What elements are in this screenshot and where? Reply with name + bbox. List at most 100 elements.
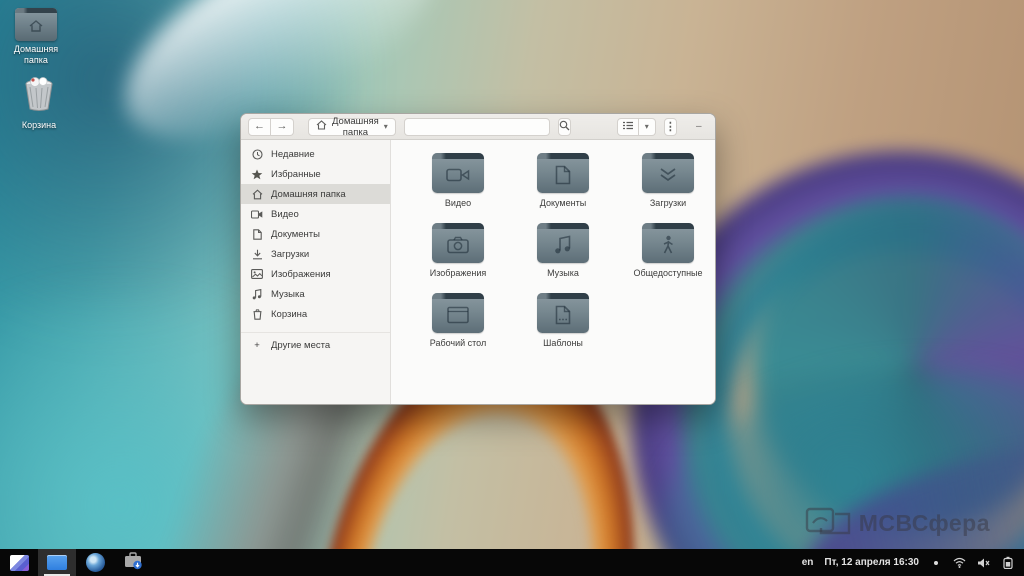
template-emblem-icon xyxy=(555,305,571,325)
home-icon xyxy=(251,188,263,200)
clock[interactable]: Пт, 12 апреля 16:30 xyxy=(824,557,919,568)
notification-dot-icon[interactable] xyxy=(934,561,938,565)
sidebar-item-documents[interactable]: Документы xyxy=(241,224,390,244)
branding-watermark: МСВСфера xyxy=(805,506,990,541)
desktop-icon-trash[interactable]: Корзина xyxy=(6,76,72,131)
folder-label: Изображения xyxy=(430,268,487,278)
sidebar-item-trash[interactable]: Корзина xyxy=(241,304,390,324)
file-manager-icon xyxy=(47,555,67,570)
music-note-icon xyxy=(251,288,263,300)
forward-icon: → xyxy=(277,121,288,132)
home-emblem-icon xyxy=(28,19,44,33)
sidebar-item-music[interactable]: Музыка xyxy=(241,284,390,304)
start-menu-button[interactable] xyxy=(0,549,38,576)
folder-icon xyxy=(432,223,484,263)
sidebar: Недавние Избранные Домашняя папка xyxy=(241,140,391,404)
home-folder-icon xyxy=(15,8,57,41)
kebab-menu-icon: ⋮ xyxy=(665,120,676,133)
download-emblem-icon xyxy=(659,167,677,183)
back-icon: ← xyxy=(254,121,265,132)
taskbar-apps xyxy=(0,549,152,576)
sidebar-item-videos[interactable]: Видео xyxy=(241,204,390,224)
wallpaper-inner-swirl xyxy=(750,200,1024,530)
download-icon xyxy=(251,248,263,260)
file-manager-window: ← → Домашняя папка ▾ xyxy=(240,113,716,405)
folder-label: Шаблоны xyxy=(543,338,583,348)
sidebar-item-label: Музыка xyxy=(271,289,305,300)
folder-item-documents[interactable]: Документы xyxy=(512,153,614,223)
sidebar-item-label: Документы xyxy=(271,229,320,240)
wifi-icon[interactable] xyxy=(953,556,966,569)
folder-icon xyxy=(642,153,694,193)
battery-icon[interactable] xyxy=(1001,556,1014,569)
list-view-button[interactable] xyxy=(617,118,639,136)
desktop-icon-home-folder[interactable]: Домашняя папка xyxy=(3,8,69,66)
video-icon xyxy=(251,208,263,220)
chevron-down-icon: ▾ xyxy=(645,122,649,131)
sidebar-item-pictures[interactable]: Изображения xyxy=(241,264,390,284)
sidebar-item-starred[interactable]: Избранные xyxy=(241,164,390,184)
folder-item-public[interactable]: Общедоступные xyxy=(617,223,716,293)
minimize-button[interactable]: – xyxy=(691,119,707,135)
window-body: Недавние Избранные Домашняя папка xyxy=(241,140,715,404)
list-view-icon xyxy=(623,121,633,133)
window-controls: – × xyxy=(691,119,716,135)
video-emblem-icon xyxy=(446,167,470,183)
folder-item-downloads[interactable]: Загрузки xyxy=(617,153,716,223)
folder-grid: Видео Документы Загрузки xyxy=(407,153,716,363)
search-button[interactable] xyxy=(558,118,571,136)
watermark-text: МСВСфера xyxy=(859,510,990,537)
folder-item-desktop[interactable]: Рабочий стол xyxy=(407,293,509,363)
volume-muted-icon[interactable] xyxy=(977,556,990,569)
sidebar-item-label: Корзина xyxy=(271,309,307,320)
desktop: Домашняя папка Корзина МСВСфера xyxy=(0,0,1024,576)
folder-icon xyxy=(537,153,589,193)
back-button[interactable]: ← xyxy=(248,118,271,136)
folder-icon xyxy=(537,223,589,263)
folder-label: Загрузки xyxy=(650,198,686,208)
start-menu-icon xyxy=(10,555,29,571)
breadcrumb[interactable]: Домашняя папка ▾ xyxy=(308,118,396,136)
keyboard-layout-indicator[interactable]: en xyxy=(802,557,814,568)
taskbar-tray: en Пт, 12 апреля 16:30 xyxy=(802,556,1024,569)
sidebar-item-label: Недавние xyxy=(271,149,315,160)
trash-icon xyxy=(21,76,57,117)
menu-button[interactable]: ⋮ xyxy=(664,118,677,136)
location-input[interactable] xyxy=(404,118,550,136)
msvsphere-logo-icon xyxy=(805,506,851,541)
desktop-emblem-icon xyxy=(447,307,469,324)
forward-button[interactable]: → xyxy=(271,118,294,136)
sidebar-item-home[interactable]: Домашняя папка xyxy=(241,184,390,204)
folder-item-pictures[interactable]: Изображения xyxy=(407,223,509,293)
breadcrumb-label: Домашняя папка xyxy=(332,116,379,138)
sidebar-item-downloads[interactable]: Загрузки xyxy=(241,244,390,264)
folder-item-music[interactable]: Музыка xyxy=(512,223,614,293)
view-toggle: ▾ xyxy=(617,118,656,136)
folder-label: Документы xyxy=(540,198,586,208)
sidebar-item-label: Избранные xyxy=(271,169,321,180)
taskbar-software-center-button[interactable] xyxy=(114,549,152,576)
sidebar-item-label: Видео xyxy=(271,209,299,220)
sidebar-item-other-locations[interactable]: + Другие места xyxy=(241,332,390,352)
trash-icon xyxy=(251,308,263,320)
titlebar[interactable]: ← → Домашняя папка ▾ xyxy=(241,114,715,140)
folder-icon xyxy=(537,293,589,333)
folder-label: Музыка xyxy=(547,268,579,278)
folder-label: Общедоступные xyxy=(633,268,702,278)
desktop-icon-label: Домашняя папка xyxy=(5,44,67,66)
plus-icon: + xyxy=(251,339,263,351)
music-emblem-icon xyxy=(554,235,572,255)
taskbar-file-manager-button[interactable] xyxy=(38,549,76,576)
folder-item-templates[interactable]: Шаблоны xyxy=(512,293,614,363)
image-icon xyxy=(251,268,263,280)
clock-icon xyxy=(251,148,263,160)
document-emblem-icon xyxy=(555,165,571,185)
browser-icon xyxy=(86,553,105,572)
folder-item-videos[interactable]: Видео xyxy=(407,153,509,223)
view-options-button[interactable]: ▾ xyxy=(639,118,656,136)
taskbar: en Пт, 12 апреля 16:30 xyxy=(0,549,1024,576)
sidebar-item-recent[interactable]: Недавние xyxy=(241,144,390,164)
taskbar-browser-button[interactable] xyxy=(76,549,114,576)
home-icon xyxy=(316,120,327,133)
sidebar-item-label: Другие места xyxy=(271,340,330,351)
